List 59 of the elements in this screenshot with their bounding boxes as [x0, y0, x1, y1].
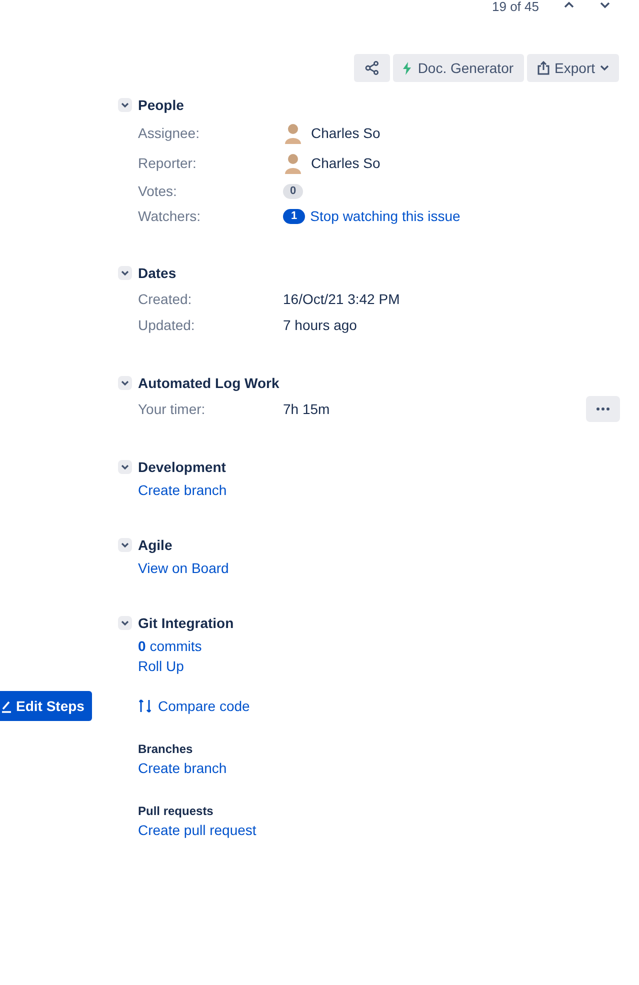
field-label: Reporter: [138, 154, 198, 173]
avatar-icon [283, 152, 303, 174]
field-label: Updated: [138, 316, 196, 335]
more-button[interactable] [586, 396, 620, 422]
collapse-toggle[interactable] [118, 538, 132, 552]
collapse-toggle[interactable] [118, 266, 132, 280]
link[interactable]: Create pull request [138, 820, 256, 840]
share-icon [364, 61, 379, 75]
chevron-down-icon[interactable] [599, 0, 611, 10]
edit-icon [0, 699, 12, 713]
stop-watching-link[interactable]: Stop watching this issue [310, 206, 460, 226]
section-title: Automated Log Work [138, 374, 280, 393]
collapse-toggle[interactable] [118, 98, 132, 112]
chevron-up-icon[interactable] [563, 0, 575, 10]
field-value: 16/Oct/21 3:42 PM [283, 290, 400, 308]
share-button[interactable] [354, 54, 390, 82]
collapse-toggle[interactable] [118, 460, 132, 474]
user-name[interactable]: Charles So [311, 152, 380, 174]
section-title: Development [138, 458, 226, 477]
upload-icon [536, 61, 550, 75]
link[interactable]: Create branch [138, 758, 227, 778]
chevron-down-icon [121, 269, 129, 277]
chevron-down-icon [121, 541, 129, 549]
collapse-toggle[interactable] [118, 376, 132, 390]
section-title: Agile [138, 536, 172, 555]
chevron-down-icon [121, 379, 129, 387]
doc-generator-button[interactable]: Doc. Generator [392, 54, 524, 82]
pager-text: 19 of 45 [492, 0, 539, 13]
field-label: Assignee: [138, 124, 200, 143]
link[interactable]: Roll Up [138, 656, 184, 676]
field-label: Votes: [138, 182, 178, 200]
caret-icon [600, 65, 609, 71]
field-value: 7 hours ago [283, 316, 357, 335]
compare-code-link[interactable]: Compare code [138, 696, 250, 716]
link[interactable]: View on Board [138, 558, 229, 578]
section-title: People [138, 96, 184, 115]
field-label: Watchers: [138, 206, 202, 226]
export-button[interactable]: Export [526, 54, 619, 82]
edit-steps-button[interactable]: Edit Steps [0, 691, 92, 721]
field-label: Your timer: [138, 400, 206, 418]
more-icon [596, 407, 610, 411]
subheading: Branches [138, 741, 194, 758]
chevron-down-icon [121, 463, 129, 471]
collapse-toggle[interactable] [118, 616, 132, 630]
link[interactable]: Create branch [138, 480, 227, 500]
user-name[interactable]: Charles So [311, 122, 380, 144]
avatar-icon [283, 122, 303, 144]
subheading: Pull requests [138, 803, 214, 820]
vote-count[interactable]: 0 [283, 184, 304, 198]
timer-value: 7h 15m [283, 400, 330, 418]
commits-link[interactable]: 0 commits [138, 636, 202, 656]
field-label: Created: [138, 290, 193, 308]
watcher-count: 1 [283, 208, 306, 224]
compare-icon [138, 699, 152, 713]
chevron-down-icon [121, 619, 129, 627]
chevron-down-icon [121, 101, 129, 109]
section-title: Dates [138, 264, 176, 282]
lightning-icon [402, 62, 411, 74]
section-title: Git Integration [138, 614, 234, 633]
